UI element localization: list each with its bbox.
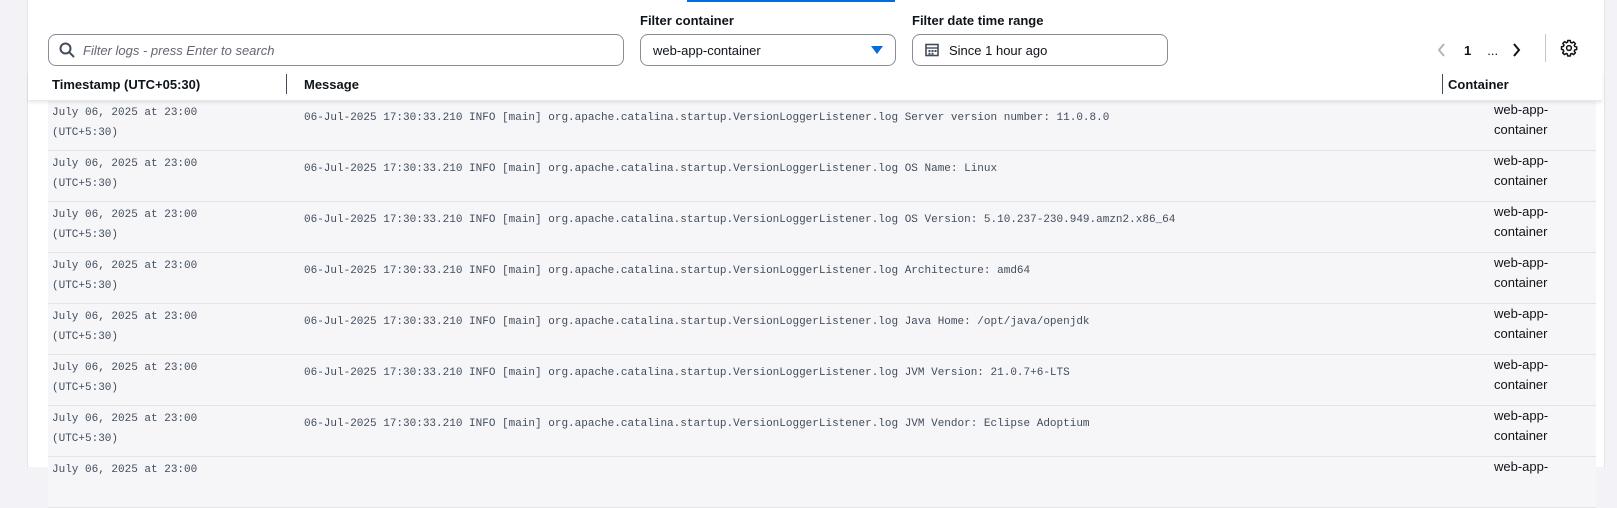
- log-search-input[interactable]: Filter logs - press Enter to search: [48, 34, 624, 66]
- pagination: 1 ...: [1430, 34, 1528, 66]
- container-cell: web-app-container: [1494, 357, 1549, 392]
- message-cell: 06-Jul-2025 17:30:33.210 INFO [main] org…: [304, 265, 1031, 277]
- container-cell: web-app-container: [1494, 306, 1549, 341]
- timestamp-cell: July 06, 2025 at 23:00 (UTC+5:30): [52, 107, 198, 139]
- settings-button[interactable]: [1557, 36, 1581, 60]
- filter-container-label: Filter container: [640, 13, 734, 28]
- container-cell: web-app-container: [1494, 153, 1549, 188]
- previous-page-button[interactable]: [1430, 38, 1454, 62]
- active-tab-indicator: [687, 0, 895, 2]
- date-range-value: Since 1 hour ago: [949, 42, 1048, 58]
- message-cell: 06-Jul-2025 17:30:33.210 INFO [main] org…: [304, 316, 1090, 328]
- gear-icon: [1560, 39, 1578, 57]
- table-row[interactable]: July 06, 2025 at 23:00 (UTC+5:30) 06-Jul-…: [48, 355, 1596, 406]
- container-cell: web-app-container: [1494, 102, 1549, 137]
- timestamp-cell: July 06, 2025 at 23:00: [52, 464, 198, 476]
- column-header-container[interactable]: Container: [1448, 77, 1509, 92]
- pagination-ellipsis: ...: [1487, 42, 1499, 58]
- caret-down-icon: [871, 45, 883, 55]
- chevron-right-icon: [1513, 43, 1521, 57]
- filter-date-label: Filter date time range: [912, 13, 1044, 28]
- table-row[interactable]: July 06, 2025 at 23:00 web-app-: [48, 457, 1596, 508]
- table-header: Timestamp (UTC+05:30) Message Container: [28, 72, 1602, 101]
- search-placeholder: Filter logs - press Enter to search: [83, 42, 275, 58]
- message-cell: 06-Jul-2025 17:30:33.210 INFO [main] org…: [304, 112, 1110, 124]
- log-table-body: July 06, 2025 at 23:00 (UTC+5:30) 06-Jul-…: [48, 100, 1596, 508]
- timestamp-cell: July 06, 2025 at 23:00 (UTC+5:30): [52, 209, 198, 241]
- chevron-left-icon: [1437, 43, 1445, 57]
- message-cell: 06-Jul-2025 17:30:33.210 INFO [main] org…: [304, 418, 1090, 430]
- timestamp-cell: July 06, 2025 at 23:00 (UTC+5:30): [52, 158, 198, 190]
- date-range-picker[interactable]: Since 1 hour ago: [912, 34, 1168, 66]
- next-page-button[interactable]: [1504, 38, 1528, 62]
- table-row[interactable]: July 06, 2025 at 23:00 (UTC+5:30) 06-Jul-…: [48, 151, 1596, 202]
- message-cell: 06-Jul-2025 17:30:33.210 INFO [main] org…: [304, 367, 1070, 379]
- column-resize-handle[interactable]: [1442, 74, 1443, 94]
- timestamp-cell: July 06, 2025 at 23:00 (UTC+5:30): [52, 413, 198, 445]
- pagination-divider: [1545, 34, 1546, 62]
- container-cell: web-app-container: [1494, 255, 1549, 290]
- table-row[interactable]: July 06, 2025 at 23:00 (UTC+5:30) 06-Jul-…: [48, 202, 1596, 253]
- table-row[interactable]: July 06, 2025 at 23:00 (UTC+5:30) 06-Jul-…: [48, 406, 1596, 457]
- container-select[interactable]: web-app-container: [640, 34, 896, 66]
- column-resize-handle[interactable]: [286, 74, 287, 94]
- container-cell: web-app-container: [1494, 408, 1549, 443]
- column-header-message[interactable]: Message: [304, 77, 359, 92]
- container-select-value: web-app-container: [653, 42, 761, 58]
- container-cell: web-app-: [1494, 459, 1549, 474]
- page-number-1[interactable]: 1: [1464, 43, 1471, 58]
- table-row[interactable]: July 06, 2025 at 23:00 (UTC+5:30) 06-Jul-…: [48, 304, 1596, 355]
- container-cell: web-app-container: [1494, 204, 1549, 239]
- search-icon: [59, 42, 75, 58]
- timestamp-cell: July 06, 2025 at 23:00 (UTC+5:30): [52, 311, 198, 343]
- calendar-icon: [925, 43, 939, 57]
- table-row[interactable]: July 06, 2025 at 23:00 (UTC+5:30) 06-Jul-…: [48, 100, 1596, 151]
- message-cell: 06-Jul-2025 17:30:33.210 INFO [main] org…: [304, 163, 998, 175]
- column-header-timestamp[interactable]: Timestamp (UTC+05:30): [52, 77, 200, 92]
- timestamp-cell: July 06, 2025 at 23:00 (UTC+5:30): [52, 260, 198, 292]
- timestamp-cell: July 06, 2025 at 23:00 (UTC+5:30): [52, 362, 198, 394]
- table-row[interactable]: July 06, 2025 at 23:00 (UTC+5:30) 06-Jul-…: [48, 253, 1596, 304]
- message-cell: 06-Jul-2025 17:30:33.210 INFO [main] org…: [304, 214, 1176, 226]
